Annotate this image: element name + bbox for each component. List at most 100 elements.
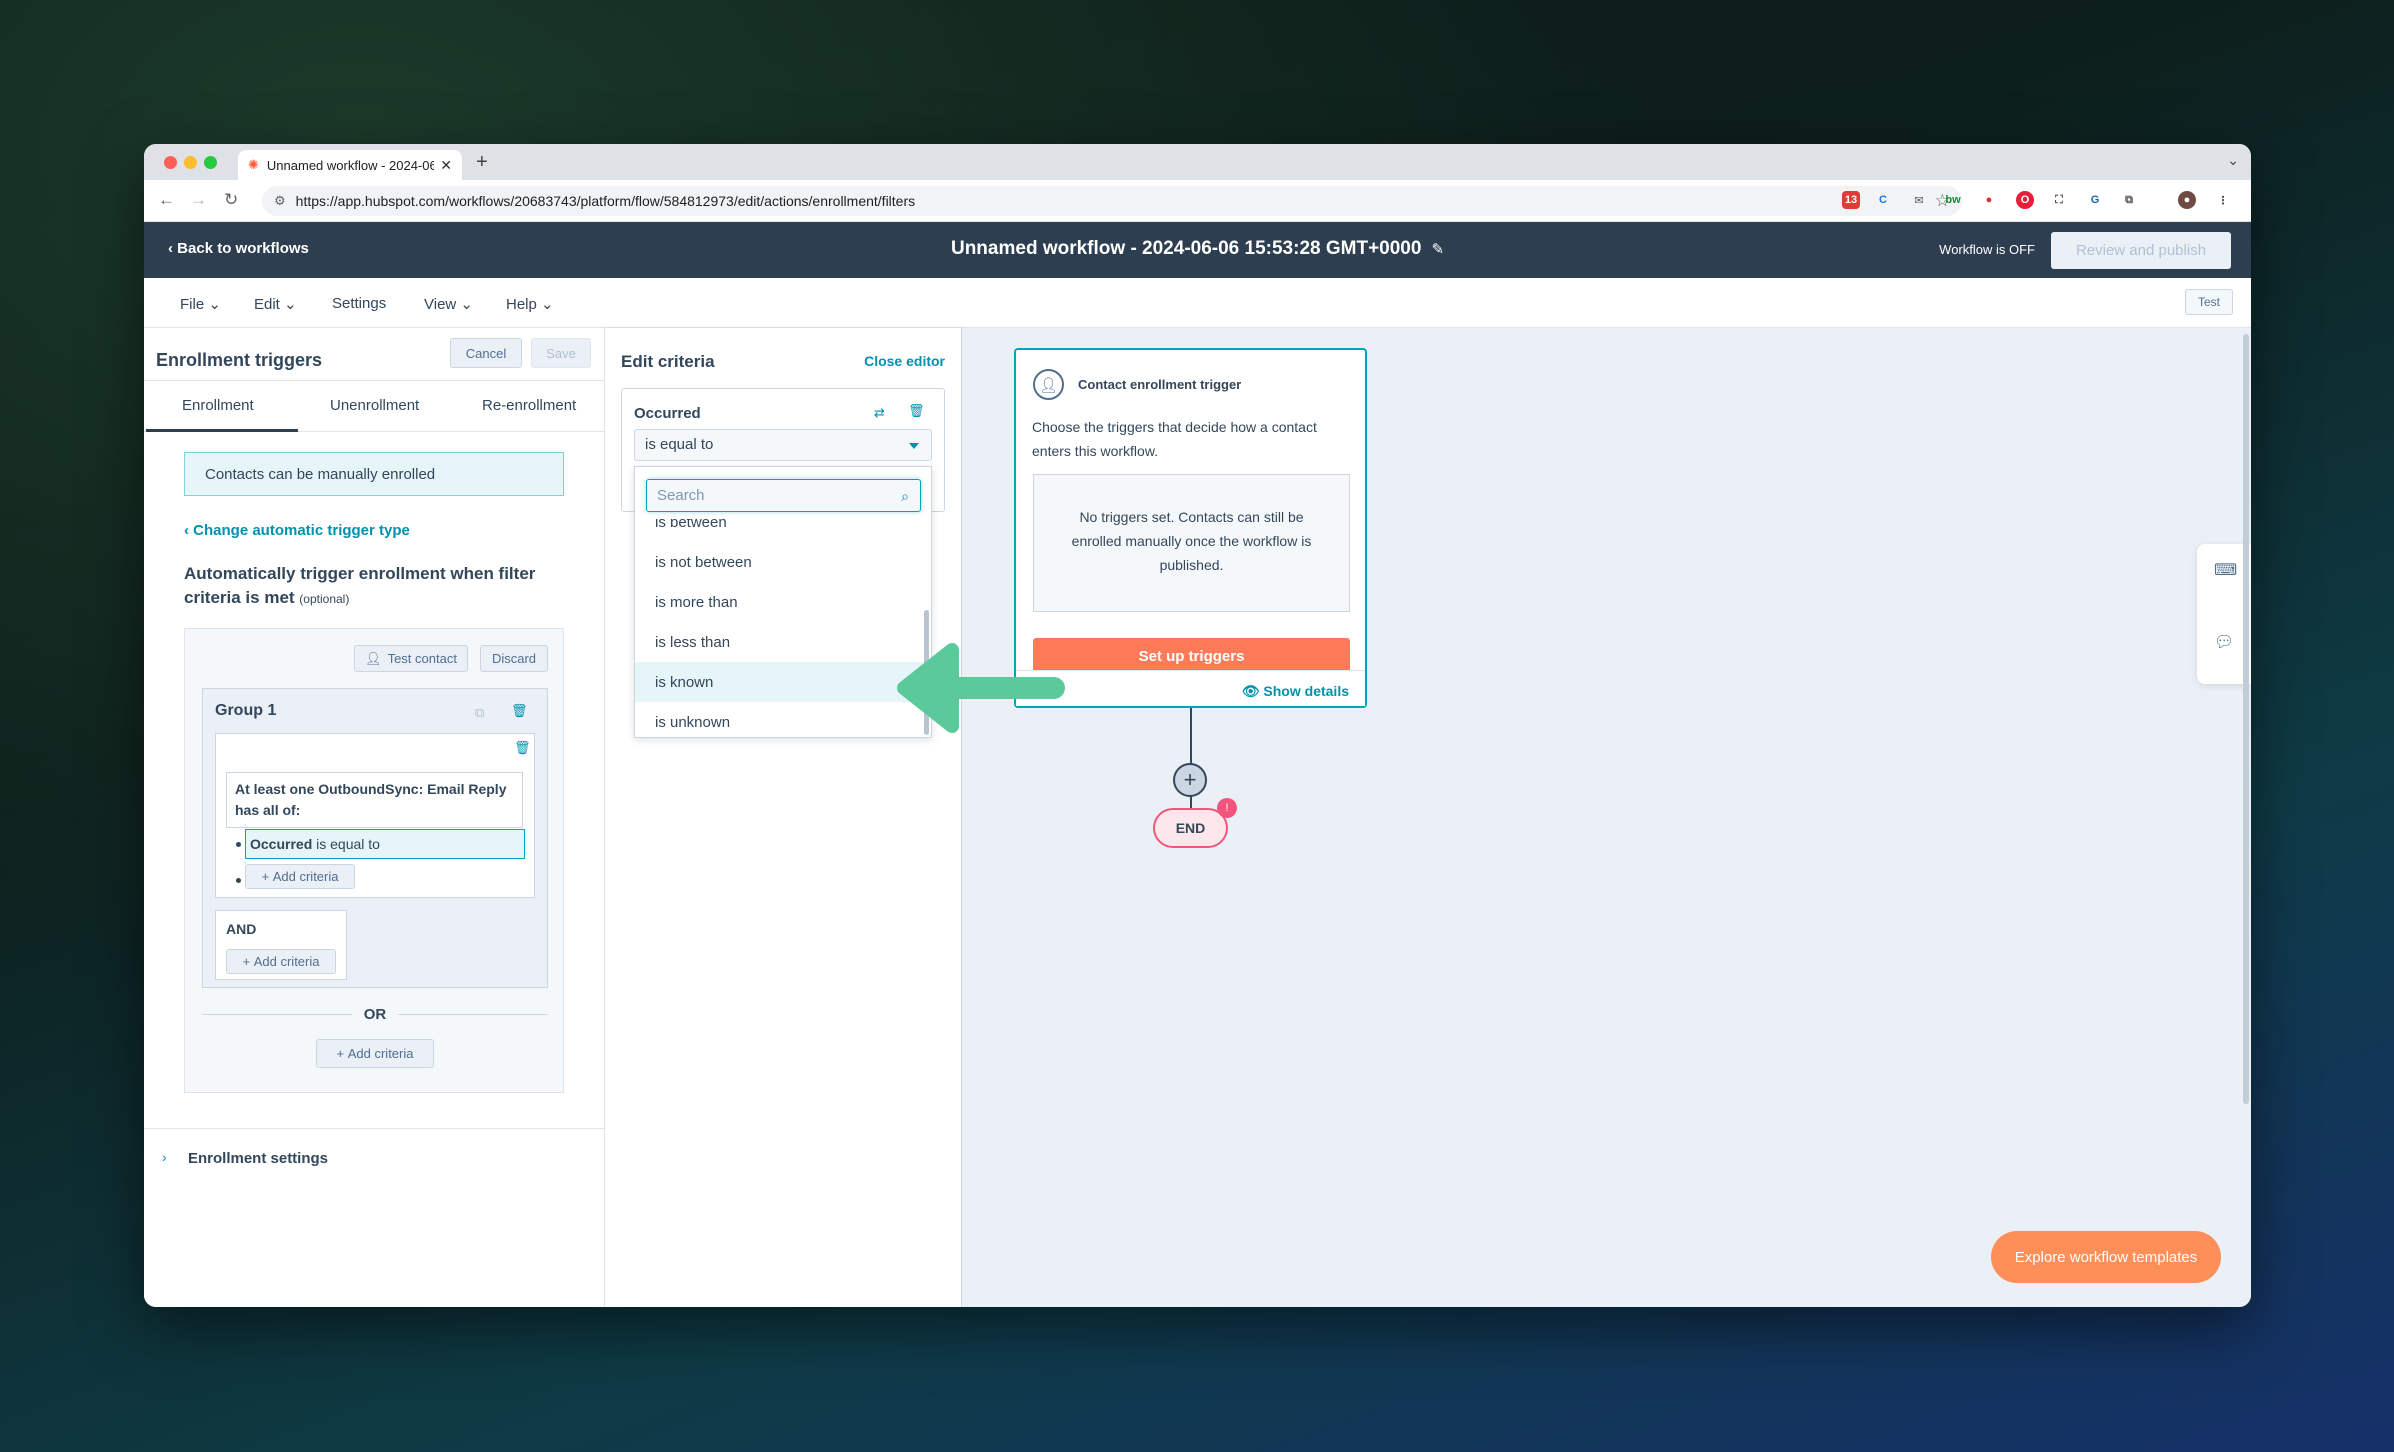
criteria-pill[interactable]: Occurred is equal to <box>245 829 525 859</box>
manual-enroll-notice: Contacts can be manually enrolled <box>184 452 564 496</box>
extension-ball-icon[interactable]: ● <box>1980 191 1998 209</box>
property-label: Occurred <box>634 405 701 422</box>
workflow-canvas: 👤︎ Contact enrollment trigger Choose the… <box>962 328 2251 1307</box>
review-and-publish-button[interactable]: Review and publish <box>2051 232 2231 269</box>
mail-extension-icon[interactable]: ✉ <box>1910 191 1928 209</box>
menu-help[interactable]: Help ⌄ <box>506 295 554 313</box>
cancel-button[interactable]: Cancel <box>450 338 522 368</box>
gmail-extension-icon[interactable]: 13 <box>1842 191 1860 209</box>
enrollment-tabs: Enrollment Unenrollment Re-enrollment <box>144 380 605 432</box>
screenshot-extension-icon[interactable]: ⛶ <box>2050 191 2068 209</box>
add-criteria-button[interactable]: + Add criteria <box>316 1039 434 1068</box>
tab-title: Unnamed workflow - 2024-06 <box>266 157 435 173</box>
trash-icon[interactable]: 🗑︎ <box>511 703 528 719</box>
option-is-less-than[interactable]: is less than <box>635 622 925 662</box>
group-label: Group 1 <box>215 702 277 719</box>
panel-title: Enrollment triggers <box>156 350 323 370</box>
pencil-icon[interactable]: ✎ <box>1431 241 1444 258</box>
option-is-not-between[interactable]: is not between <box>635 542 925 582</box>
change-trigger-type-link[interactable]: ‹ Change automatic trigger type <box>184 522 410 539</box>
add-criteria-button[interactable]: + Add criteria <box>226 949 336 974</box>
swap-icon[interactable]: ⇄ <box>874 405 885 421</box>
menu-edit[interactable]: Edit ⌄ <box>254 295 297 313</box>
keyboard-icon[interactable]: ⌨ <box>2214 560 2237 580</box>
address-bar-row: ← → ↻ ⚙ https://app.hubspot.com/workflow… <box>144 180 2251 222</box>
edit-criteria-title: Edit criteria <box>621 352 715 371</box>
forward-arrow-icon[interactable]: → <box>190 190 207 210</box>
or-divider: OR <box>202 1004 548 1024</box>
active-tab-indicator <box>146 429 298 432</box>
canvas-scrollbar[interactable] <box>2243 334 2249 1104</box>
filter-block: 🗑︎ At least one OutboundSync: Email Repl… <box>215 733 535 898</box>
workflow-header: ‹ Back to workflows Unnamed workflow - 2… <box>144 222 2251 278</box>
menu-view[interactable]: View ⌄ <box>424 295 473 313</box>
url-bar[interactable]: ⚙ https://app.hubspot.com/workflows/2068… <box>262 186 1962 216</box>
search-input[interactable] <box>646 479 921 512</box>
operator-dropdown: ⌕ is between is not between is more than… <box>634 466 932 738</box>
close-window-button[interactable] <box>164 156 177 169</box>
association-condition: At least one OutboundSync: Email Reply h… <box>226 772 523 828</box>
back-arrow-icon[interactable]: ← <box>158 190 175 210</box>
tab-unenrollment[interactable]: Unenrollment <box>330 397 419 414</box>
enrollment-settings-section[interactable]: › Enrollment settings <box>144 1128 605 1188</box>
tab-re-enrollment[interactable]: Re-enrollment <box>482 397 576 414</box>
dropdown-scrollbar[interactable] <box>924 610 929 735</box>
enrollment-trigger-card[interactable]: 👤︎ Contact enrollment trigger Choose the… <box>1014 348 1367 708</box>
caret-down-icon <box>909 443 919 449</box>
trigger-card-description: Choose the triggers that decide how a co… <box>1032 419 1317 459</box>
edit-criteria-panel: Edit criteria Close editor Occurred ⇄ 🗑︎… <box>605 328 962 1307</box>
operator-select[interactable]: is equal to <box>634 429 932 461</box>
site-settings-icon[interactable]: ⚙ <box>274 193 286 209</box>
menu-settings[interactable]: Settings <box>332 295 386 312</box>
trigger-card-title: Contact enrollment trigger <box>1078 377 1242 392</box>
minimize-window-button[interactable] <box>184 156 197 169</box>
eye-icon: 👁︎ <box>1241 683 1260 699</box>
maximize-window-button[interactable] <box>204 156 217 169</box>
menu-file[interactable]: File ⌄ <box>180 295 221 313</box>
test-button[interactable]: Test <box>2185 289 2233 315</box>
extension-g-icon[interactable]: G <box>2086 191 2104 209</box>
show-details-link[interactable]: 👁︎ Show details <box>1242 683 1349 700</box>
browser-window: ✺ Unnamed workflow - 2024-06 ✕ + ⌄ ← → ↻… <box>144 144 2251 1307</box>
no-triggers-message: No triggers set. Contacts can still be e… <box>1033 474 1350 612</box>
bullet <box>236 878 241 883</box>
warning-badge: ! <box>1217 798 1237 818</box>
new-tab-icon[interactable]: + <box>476 151 488 174</box>
filter-group: Group 1 ⧉ 🗑︎ 🗑︎ At least one OutboundSyn… <box>202 688 548 988</box>
trash-icon[interactable]: 🗑︎ <box>908 403 925 419</box>
option-is-more-than[interactable]: is more than <box>635 582 925 622</box>
option-is-unknown[interactable]: is unknown <box>635 702 925 737</box>
comment-icon[interactable]: 💬︎ <box>2214 632 2234 652</box>
tab-enrollment[interactable]: Enrollment <box>182 397 254 414</box>
trash-icon[interactable]: 🗑︎ <box>514 740 531 756</box>
clone-icon[interactable]: ⧉ <box>475 705 484 721</box>
test-contact-button[interactable]: 👤︎ Test contact <box>354 645 468 672</box>
tab-close-icon[interactable]: ✕ <box>440 157 452 174</box>
extension-o-icon[interactable]: O <box>2016 191 2034 209</box>
workflow-title: Unnamed workflow - 2024-06-06 15:53:28 G… <box>950 238 1445 259</box>
browser-menu-icon[interactable]: ⋮ <box>2214 191 2232 209</box>
extension-c-icon[interactable]: C <box>1874 191 1892 209</box>
search-icon: ⌕ <box>901 488 909 504</box>
contact-icon: 👤︎ <box>1033 369 1064 400</box>
reload-icon[interactable]: ↻ <box>224 190 238 210</box>
dropdown-search: ⌕ <box>635 467 931 519</box>
profile-avatar[interactable]: ● <box>2178 191 2196 209</box>
url-text: https://app.hubspot.com/workflows/206837… <box>295 193 916 209</box>
save-button[interactable]: Save <box>531 338 591 368</box>
person-icon: 👤︎ <box>365 650 382 666</box>
hubspot-favicon-icon: ✺ <box>248 157 259 172</box>
add-criteria-button[interactable]: + Add criteria <box>245 864 355 889</box>
close-editor-link[interactable]: Close editor <box>864 353 945 369</box>
extensions-puzzle-icon[interactable]: ⧉ <box>2120 191 2138 209</box>
discard-button[interactable]: Discard <box>480 645 548 672</box>
option-is-known[interactable]: is known <box>635 662 925 702</box>
explore-templates-button[interactable]: Explore workflow templates <box>1991 1231 2221 1283</box>
add-action-button[interactable]: + <box>1173 763 1207 797</box>
extension-bw-icon[interactable]: bw <box>1944 191 1962 209</box>
tab-strip: ✺ Unnamed workflow - 2024-06 ✕ + ⌄ <box>144 144 2251 180</box>
tab-search-icon[interactable]: ⌄ <box>2227 152 2239 169</box>
set-up-triggers-button[interactable]: Set up triggers <box>1033 638 1350 674</box>
browser-tab[interactable]: ✺ Unnamed workflow - 2024-06 ✕ <box>238 150 462 180</box>
and-block: AND + Add criteria <box>215 910 347 980</box>
